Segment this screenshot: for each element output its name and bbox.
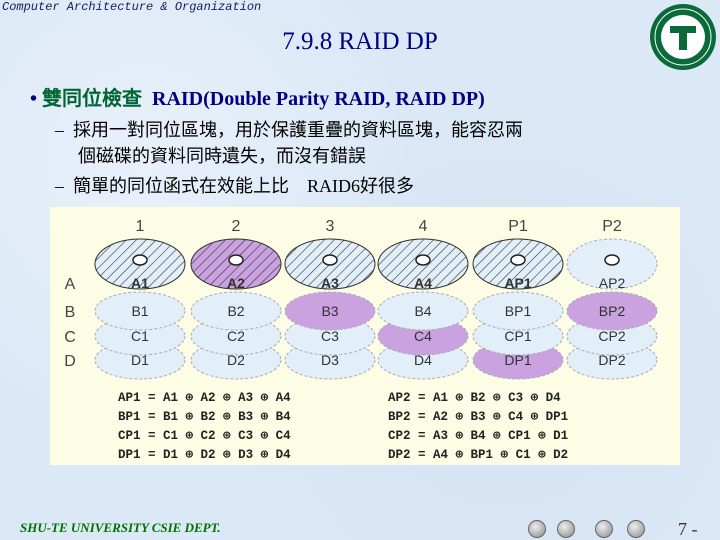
prev-icon[interactable] xyxy=(595,520,613,538)
equation: DP1 = D1 ⊕ D2 ⊕ D3 ⊕ D4 xyxy=(118,448,291,462)
block-label: A2 xyxy=(227,275,245,291)
subbullet-2: – 簡單的同位函式在效能上比 RAID6好很多 xyxy=(55,172,414,198)
dash: – xyxy=(55,176,64,196)
block-label: A4 xyxy=(414,275,432,291)
equations-left: AP1 = A1 ⊕ A2 ⊕ A3 ⊕ A4 BP1 = B1 ⊕ B2 ⊕ B… xyxy=(118,389,291,465)
equation: AP1 = A1 ⊕ A2 ⊕ A3 ⊕ A4 xyxy=(118,391,291,405)
first-icon[interactable] xyxy=(528,520,546,538)
subbullet-1: – 採用一對同位區塊，用於保護重疊的資料區塊，能容忍兩 xyxy=(55,116,523,142)
block-label: AP2 xyxy=(599,275,626,291)
block-label: A3 xyxy=(321,275,339,291)
disk-spindle-icon xyxy=(510,254,526,266)
disk-array: 1 2 3 4 P1 P2ABCD D1 D2 D3 D4 DP1 DP2C1 C2 C3 C4 CP1 CP2… xyxy=(64,218,658,380)
bullet-en: RAID(Double Parity RAID, RAID DP) xyxy=(152,88,485,110)
block-label: BP2 xyxy=(599,303,626,319)
block-label: B1 xyxy=(131,303,148,319)
equations-right: AP2 = A1 ⊕ B2 ⊕ C3 ⊕ D4 BP2 = A2 ⊕ B3 ⊕ C… xyxy=(388,389,568,465)
block-label: AP1 xyxy=(504,275,531,291)
university-logo xyxy=(650,4,716,70)
equation: BP2 = A2 ⊕ B3 ⊕ C4 ⊕ DP1 xyxy=(388,410,569,424)
subbullet-text: 簡單的同位函式在效能上比 RAID6好很多 xyxy=(73,176,414,196)
subbullet-text: 採用一對同位區塊，用於保護重疊的資料區塊，能容忍兩 xyxy=(73,120,523,140)
disk-spindle-icon xyxy=(604,254,620,266)
next-icon[interactable] xyxy=(627,520,645,538)
dash: – xyxy=(55,120,64,140)
raid-dp-figure: 1 2 3 4 P1 P2 A B C D D1 D2 D3 D4 DP1 DP2 C1 C2 C3 C4 CP1 CP2… xyxy=(50,207,680,465)
column-label: P1 xyxy=(508,218,528,235)
column-label: P2 xyxy=(602,218,622,235)
slide-title: 7.9.8 RAID DP xyxy=(282,28,438,55)
column-label: 2 xyxy=(232,218,241,235)
equation: DP2 = A4 ⊕ BP1 ⊕ C1 ⊕ D2 xyxy=(388,448,569,462)
page-number: 7 - xyxy=(678,519,698,539)
column-label: 4 xyxy=(419,218,428,235)
block-label: B4 xyxy=(414,303,431,319)
block-label: B3 xyxy=(321,303,338,319)
row-label: C xyxy=(64,329,76,346)
disk-spindle-icon xyxy=(228,254,244,266)
equation: CP1 = C1 ⊕ C2 ⊕ C3 ⊕ C4 xyxy=(118,429,291,443)
block-label: A1 xyxy=(131,275,149,291)
equation: AP2 = A1 ⊕ B2 ⊕ C3 ⊕ D4 xyxy=(388,391,561,405)
equation: BP1 = B1 ⊕ B2 ⊕ B3 ⊕ B4 xyxy=(118,410,291,424)
footer-dept: SHU-TE UNIVERSITY CSIE DEPT. xyxy=(20,520,221,535)
equation: CP2 = A3 ⊕ B4 ⊕ CP1 ⊕ D1 xyxy=(388,429,569,443)
course-title: Computer Architecture & Organization xyxy=(2,0,262,14)
column-label: 1 xyxy=(136,218,145,235)
column-label: 3 xyxy=(326,218,335,235)
disk-spindle-icon xyxy=(132,254,148,266)
row-label: D xyxy=(64,353,76,370)
block-label: B2 xyxy=(227,303,244,319)
disk-spindle-icon xyxy=(415,254,431,266)
row-label: A xyxy=(65,276,76,293)
block-label: BP1 xyxy=(505,303,532,319)
bullet-zh: 雙同位檢查 xyxy=(42,88,143,110)
bullet-1: • 雙同位檢查 RAID(Double Parity RAID, RAID DP… xyxy=(30,88,485,110)
disk-spindle-icon xyxy=(322,254,338,266)
subbullet-1-cont: 個磁碟的資料同時遺失，而沒有錯誤 xyxy=(78,146,366,166)
row-label: B xyxy=(65,304,76,321)
stop-icon[interactable] xyxy=(557,520,575,538)
